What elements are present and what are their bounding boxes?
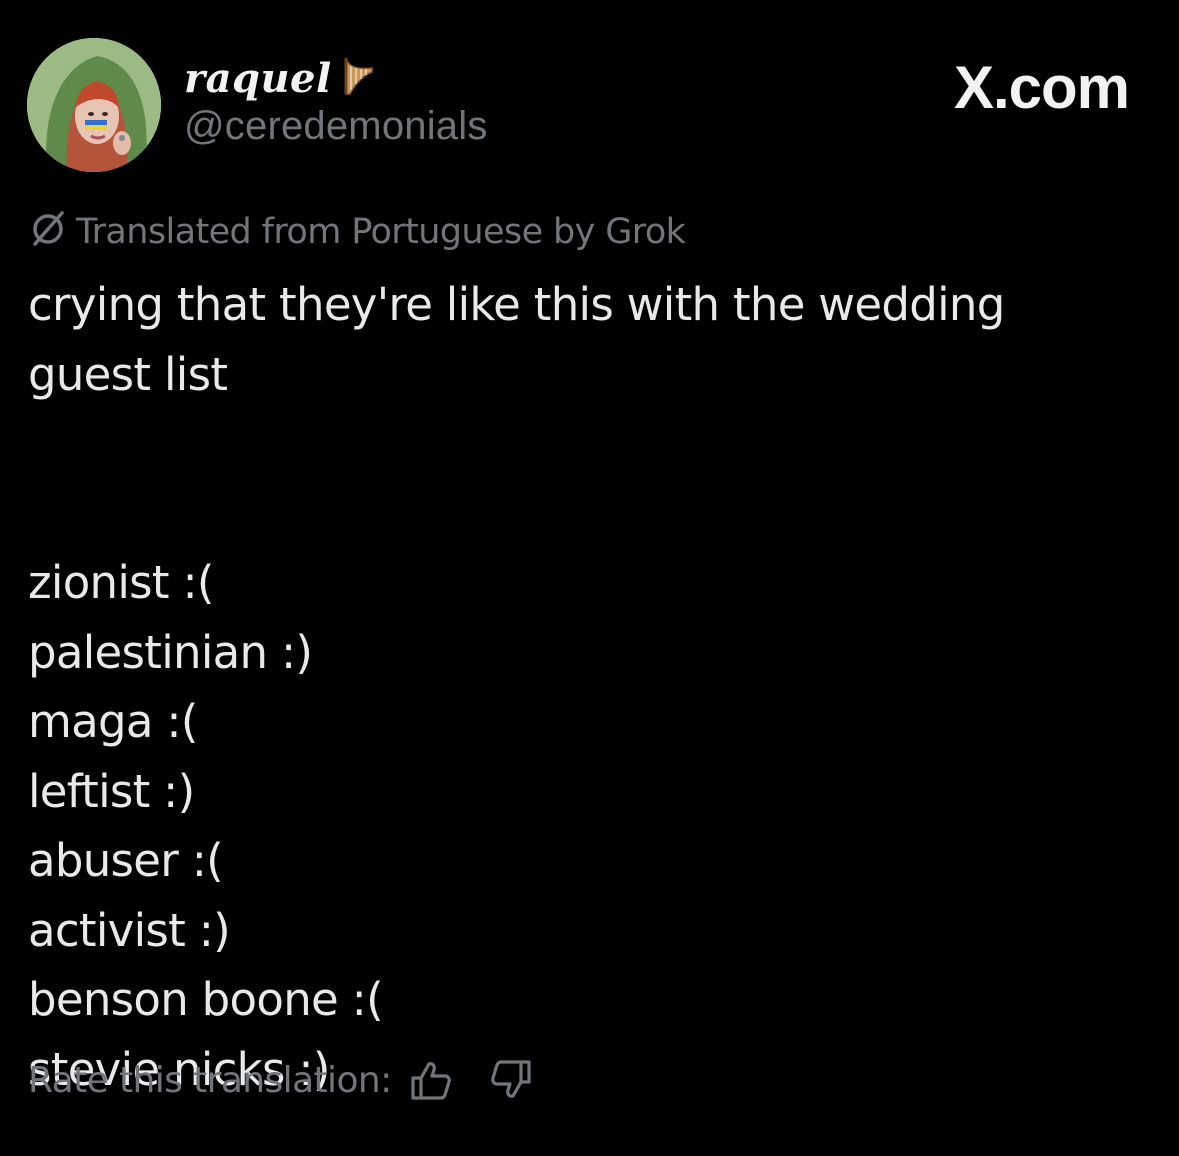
harp-icon — [342, 56, 376, 100]
list-item: abuser :( — [28, 834, 224, 887]
paragraph-break — [28, 409, 1148, 548]
thumbs-down-button[interactable] — [486, 1055, 536, 1105]
user-handle[interactable]: @ceredemonials — [184, 104, 488, 149]
rate-translation-label: Rate this translation: — [28, 1059, 392, 1101]
list-item: maga :( — [28, 695, 198, 748]
rate-translation-row: Rate this translation: — [28, 1052, 536, 1108]
avatar-image — [27, 38, 161, 172]
display-name-row[interactable]: raquel — [184, 50, 376, 106]
avatar[interactable] — [27, 38, 161, 172]
post-intro-line: crying that they're like this with the w… — [28, 278, 1005, 331]
translate-icon — [28, 208, 68, 257]
list-item: zionist :( — [28, 556, 214, 609]
list-item: activist :) — [28, 903, 231, 957]
list-item: benson boone :( — [28, 973, 384, 1026]
thumbs-down-icon — [490, 1060, 531, 1098]
list-item: palestinian :) — [28, 625, 313, 679]
brand-watermark: X.com — [953, 54, 1130, 121]
thumbs-up-button[interactable] — [406, 1055, 456, 1105]
post-text: crying that they're like this with the w… — [28, 270, 1148, 1104]
display-name[interactable]: raquel — [184, 55, 332, 102]
translation-label: Translated from Portuguese by Grok — [76, 212, 686, 252]
translation-notice: Translated from Portuguese by Grok — [28, 208, 686, 257]
thumbs-up-icon — [411, 1062, 451, 1100]
post-intro-line: guest list — [28, 347, 228, 401]
list-item: leftist :) — [28, 764, 195, 818]
